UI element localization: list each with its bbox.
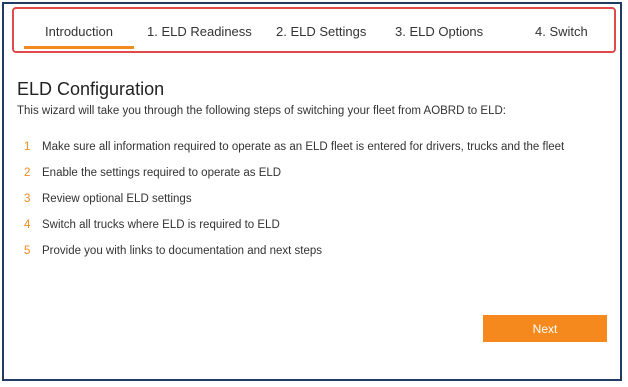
list-item: 5 Provide you with links to documentatio… (24, 243, 594, 259)
tab-eld-settings[interactable]: 2. ELD Settings (276, 18, 366, 46)
list-item: 2 Enable the settings required to operat… (24, 165, 594, 181)
step-number: 4 (24, 219, 31, 231)
steps-list: 1 Make sure all information required to … (24, 139, 594, 269)
next-button[interactable]: Next (483, 315, 607, 342)
step-number: 3 (24, 193, 31, 205)
step-number: 2 (24, 167, 31, 179)
tab-introduction[interactable]: Introduction (24, 18, 134, 49)
step-text: Provide you with links to documentation … (42, 245, 322, 257)
step-text: Review optional ELD settings (42, 193, 192, 205)
tab-switch[interactable]: 4. Switch (535, 18, 588, 46)
step-text: Switch all trucks where ELD is required … (42, 219, 280, 231)
list-item: 3 Review optional ELD settings (24, 191, 594, 207)
list-item: 4 Switch all trucks where ELD is require… (24, 217, 594, 233)
intro-text: This wizard will take you through the fo… (17, 105, 506, 117)
tab-eld-options[interactable]: 3. ELD Options (395, 18, 483, 46)
page-title: ELD Configuration (17, 79, 165, 99)
step-number: 1 (24, 141, 31, 153)
tab-eld-readiness[interactable]: 1. ELD Readiness (147, 18, 252, 46)
wizard-tabs: Introduction 1. ELD Readiness 2. ELD Set… (24, 18, 604, 50)
step-text: Enable the settings required to operate … (42, 167, 282, 179)
step-number: 5 (24, 245, 31, 257)
list-item: 1 Make sure all information required to … (24, 139, 594, 155)
step-text: Make sure all information required to op… (42, 141, 565, 153)
